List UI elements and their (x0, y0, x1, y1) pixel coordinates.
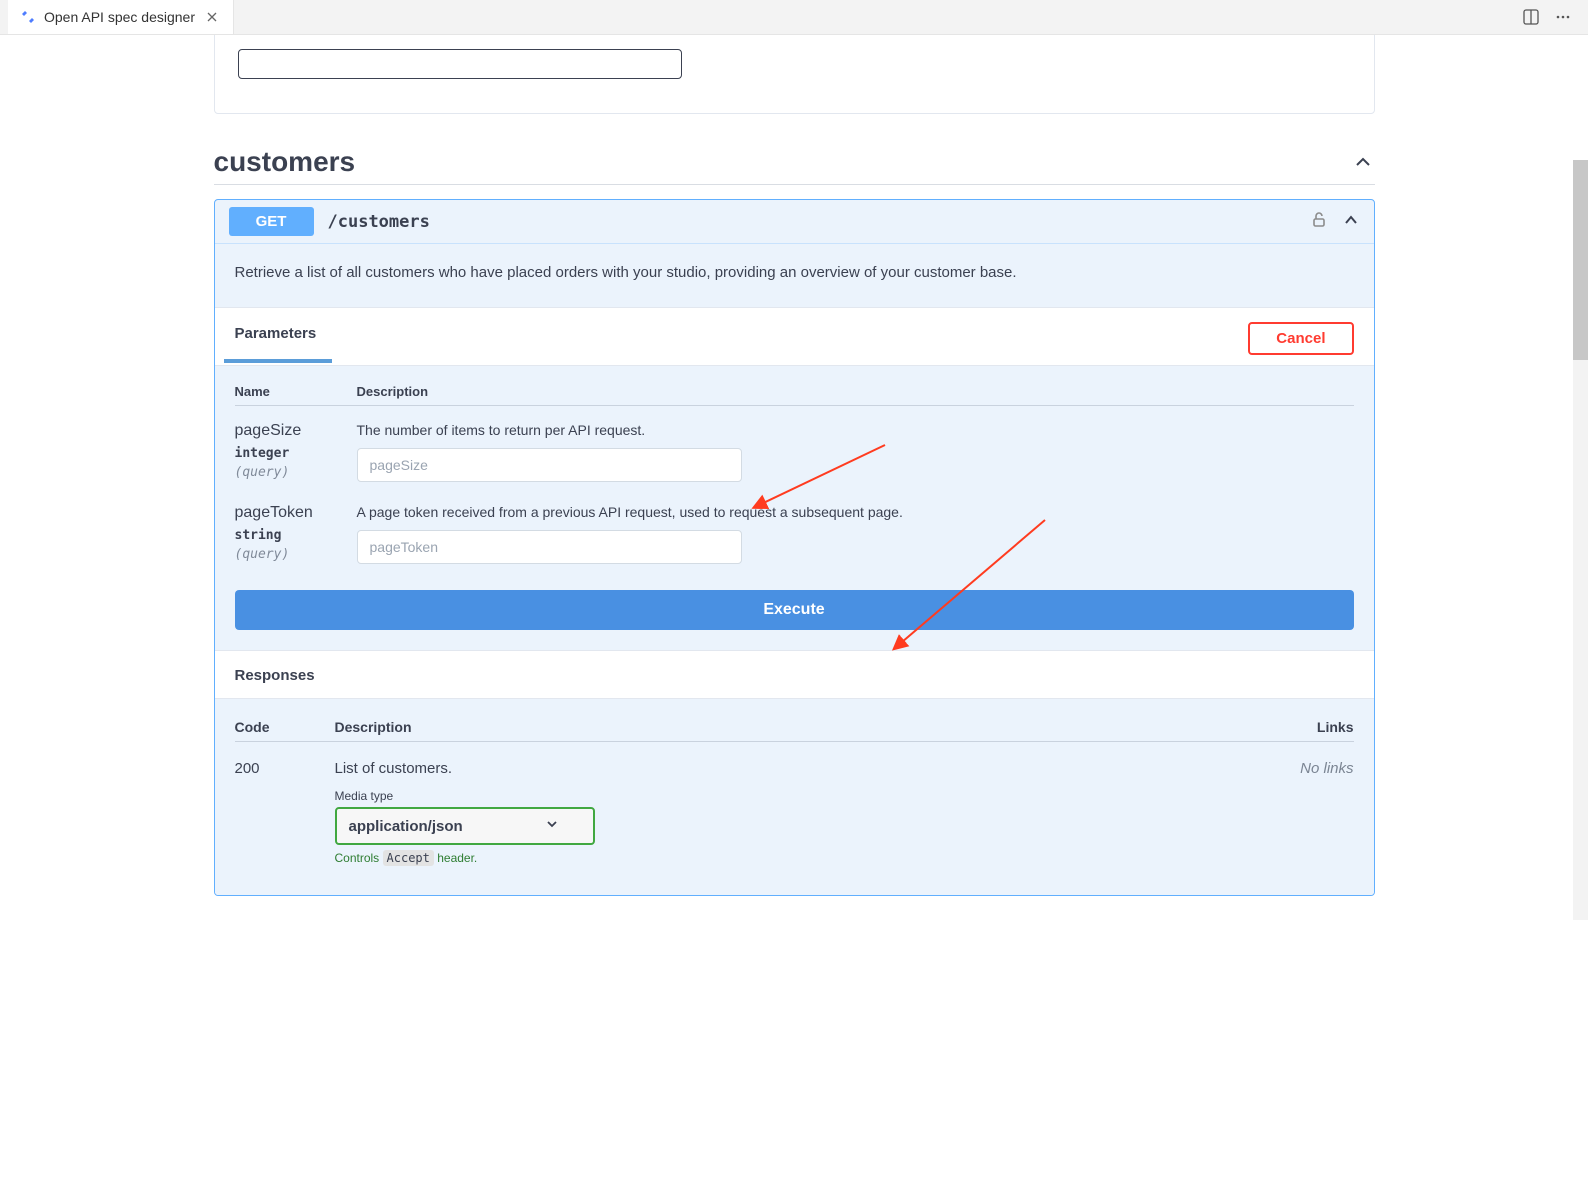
param-name: pageSize (235, 422, 339, 440)
responses-header: Responses (215, 650, 1374, 699)
media-type-value: application/json (349, 818, 463, 835)
param-type: integer (235, 446, 339, 461)
previous-opblock-fragment (214, 35, 1375, 114)
split-editor-icon[interactable] (1520, 6, 1542, 28)
more-icon[interactable] (1552, 6, 1574, 28)
scrollbar-thumb[interactable] (1573, 160, 1588, 360)
param-description: The number of items to return per API re… (357, 422, 1354, 438)
section-header[interactable]: customers (214, 146, 1375, 185)
param-row: pageSize integer (query) The number of i… (235, 422, 1354, 482)
opblock-get-customers: GET /customers Retrieve a list of all cu… (214, 199, 1375, 896)
http-method-badge: GET (229, 207, 314, 236)
media-type-label: Media type (335, 789, 1274, 803)
responses-title: Responses (235, 667, 1354, 684)
opblock-summary[interactable]: GET /customers (215, 200, 1374, 243)
resp-col-links-header: Links (1274, 719, 1354, 735)
cancel-button[interactable]: Cancel (1248, 322, 1353, 355)
api-icon (20, 9, 36, 25)
controls-accept-note: Controls Accept header. (335, 851, 1274, 865)
tab-actions (1520, 0, 1588, 34)
param-description: A page token received from a previous AP… (357, 504, 1354, 520)
resp-col-desc-header: Description (335, 719, 1274, 735)
response-row: 200 List of customers. Media type applic… (235, 760, 1354, 865)
scrollbar[interactable] (1573, 160, 1588, 920)
parameters-tab-indicator (224, 359, 332, 363)
close-icon[interactable] (203, 8, 221, 26)
param-col-desc-header: Description (357, 384, 1354, 399)
tab-title: Open API spec designer (44, 9, 195, 25)
chevron-down-icon (545, 817, 559, 835)
editor-tabbar: Open API spec designer (0, 0, 1588, 35)
response-description: List of customers. (335, 760, 1274, 777)
parameters-body: Name Description pageSize integer (query… (215, 366, 1374, 650)
previous-input-stub (238, 49, 682, 79)
param-row: pageToken string (query) A page token re… (235, 504, 1354, 564)
resp-col-code-header: Code (235, 719, 335, 735)
tab-open-api-spec-designer[interactable]: Open API spec designer (8, 0, 234, 34)
parameters-header: Parameters Cancel (215, 307, 1374, 366)
param-name: pageToken (235, 504, 339, 522)
param-in: (query) (235, 465, 339, 480)
param-input-pagetoken[interactable] (357, 530, 742, 564)
parameters-title: Parameters (235, 325, 317, 352)
media-type-select[interactable]: application/json (335, 807, 595, 845)
responses-body: Code Description Links 200 List of custo… (215, 699, 1374, 895)
param-col-name-header: Name (235, 384, 339, 399)
section-title: customers (214, 146, 356, 178)
op-path: /customers (328, 212, 430, 232)
chevron-up-icon[interactable] (1351, 150, 1375, 174)
response-code: 200 (235, 760, 335, 777)
param-in: (query) (235, 547, 339, 562)
response-links: No links (1274, 760, 1354, 777)
param-input-pagesize[interactable] (357, 448, 742, 482)
execute-button[interactable]: Execute (235, 590, 1354, 630)
unlock-icon[interactable] (1310, 211, 1328, 232)
op-description: Retrieve a list of all customers who hav… (215, 243, 1374, 307)
param-type: string (235, 528, 339, 543)
chevron-up-icon[interactable] (1342, 211, 1360, 232)
